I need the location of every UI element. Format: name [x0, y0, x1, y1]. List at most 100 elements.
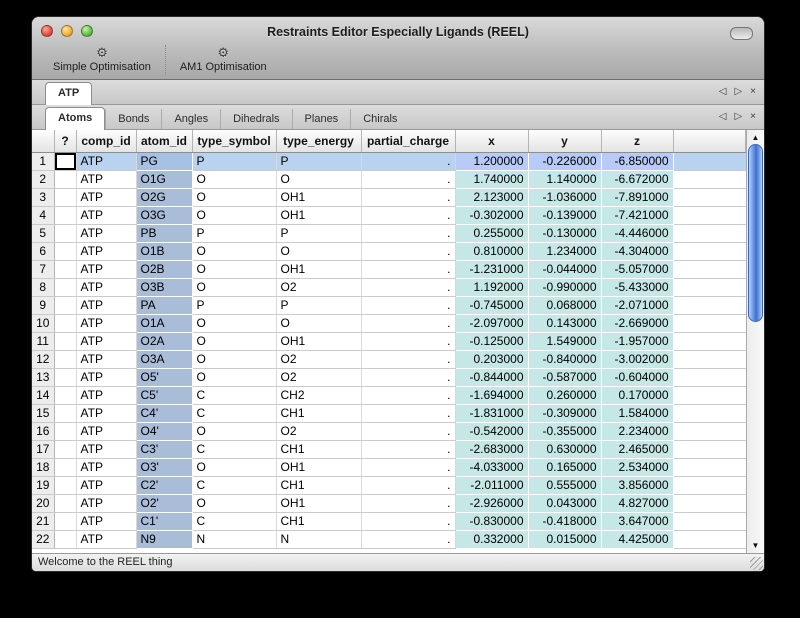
- table-row[interactable]: 16ATPO4'OO2.-0.542000-0.3550002.234000: [32, 423, 746, 441]
- minimize-window-button[interactable]: [61, 25, 73, 37]
- cell-x[interactable]: 1.200000: [455, 153, 528, 171]
- cell-partial-charge[interactable]: .: [361, 405, 455, 423]
- cell-partial-charge[interactable]: .: [361, 315, 455, 333]
- cell-atom-id[interactable]: O2B: [136, 261, 192, 279]
- col-header-rownum[interactable]: [32, 130, 54, 153]
- col-header-type-energy[interactable]: type_energy: [276, 130, 361, 153]
- row-number[interactable]: 22: [32, 531, 54, 549]
- titlebar[interactable]: Restraints Editor Especially Ligands (RE…: [32, 17, 764, 45]
- cell-type-energy[interactable]: O2: [276, 423, 361, 441]
- cell-z[interactable]: 4.425000: [601, 531, 673, 549]
- cell-atom-id[interactable]: O3G: [136, 207, 192, 225]
- question-cell[interactable]: [54, 297, 76, 315]
- cell-z[interactable]: -4.304000: [601, 243, 673, 261]
- tab-bonds[interactable]: Bonds: [105, 109, 161, 129]
- cell-type-symbol[interactable]: O: [192, 495, 276, 513]
- cell-comp-id[interactable]: ATP: [76, 333, 136, 351]
- cell-comp-id[interactable]: ATP: [76, 369, 136, 387]
- col-header-comp-id[interactable]: comp_id: [76, 130, 136, 153]
- cell-partial-charge[interactable]: .: [361, 153, 455, 171]
- row-number[interactable]: 2: [32, 171, 54, 189]
- row-number[interactable]: 14: [32, 387, 54, 405]
- col-header-question[interactable]: ?: [54, 130, 76, 153]
- cell-x[interactable]: 0.810000: [455, 243, 528, 261]
- cell-comp-id[interactable]: ATP: [76, 513, 136, 531]
- vertical-scrollbar[interactable]: ▲ ▼: [746, 130, 764, 553]
- question-cell[interactable]: [54, 315, 76, 333]
- cell-partial-charge[interactable]: .: [361, 423, 455, 441]
- question-cell[interactable]: [54, 459, 76, 477]
- cell-partial-charge[interactable]: .: [361, 387, 455, 405]
- cell-z[interactable]: -7.421000: [601, 207, 673, 225]
- simple-optimisation-button[interactable]: ⚙ Simple Optimisation: [44, 45, 160, 73]
- table-row[interactable]: 11ATPO2AOOH1.-0.1250001.549000-1.957000: [32, 333, 746, 351]
- cell-atom-id[interactable]: O3': [136, 459, 192, 477]
- cell-type-symbol[interactable]: O: [192, 189, 276, 207]
- col-header-y[interactable]: y: [528, 130, 601, 153]
- cell-type-symbol[interactable]: O: [192, 279, 276, 297]
- cell-partial-charge[interactable]: .: [361, 243, 455, 261]
- cell-type-symbol[interactable]: C: [192, 477, 276, 495]
- cell-x[interactable]: -2.926000: [455, 495, 528, 513]
- cell-type-energy[interactable]: CH1: [276, 477, 361, 495]
- zoom-window-button[interactable]: [81, 25, 93, 37]
- cell-comp-id[interactable]: ATP: [76, 189, 136, 207]
- question-cell[interactable]: [54, 387, 76, 405]
- cell-partial-charge[interactable]: .: [361, 261, 455, 279]
- cell-type-symbol[interactable]: C: [192, 441, 276, 459]
- cell-comp-id[interactable]: ATP: [76, 495, 136, 513]
- cell-y[interactable]: 0.068000: [528, 297, 601, 315]
- table-row[interactable]: 19ATPC2'CCH1.-2.0110000.5550003.856000: [32, 477, 746, 495]
- cell-partial-charge[interactable]: .: [361, 351, 455, 369]
- cell-x[interactable]: -1.694000: [455, 387, 528, 405]
- cell-z[interactable]: -6.672000: [601, 171, 673, 189]
- cell-type-symbol[interactable]: O: [192, 207, 276, 225]
- cell-type-symbol[interactable]: O: [192, 423, 276, 441]
- cell-type-energy[interactable]: CH2: [276, 387, 361, 405]
- am1-optimisation-button[interactable]: ⚙ AM1 Optimisation: [171, 45, 276, 73]
- table-row[interactable]: 12ATPO3AOO2.0.203000-0.840000-3.002000: [32, 351, 746, 369]
- col-header-atom-id[interactable]: atom_id: [136, 130, 192, 153]
- cell-comp-id[interactable]: ATP: [76, 279, 136, 297]
- question-cell[interactable]: [54, 477, 76, 495]
- question-cell[interactable]: [54, 279, 76, 297]
- question-cell[interactable]: [54, 441, 76, 459]
- table-row[interactable]: 13ATPO5'OO2.-0.844000-0.587000-0.604000: [32, 369, 746, 387]
- table-row[interactable]: 18ATPO3'OOH1.-4.0330000.1650002.534000: [32, 459, 746, 477]
- cell-x[interactable]: -0.745000: [455, 297, 528, 315]
- table-row[interactable]: 21ATPC1'CCH1.-0.830000-0.4180003.647000: [32, 513, 746, 531]
- cell-z[interactable]: -5.433000: [601, 279, 673, 297]
- cell-atom-id[interactable]: O5': [136, 369, 192, 387]
- cell-atom-id[interactable]: O2G: [136, 189, 192, 207]
- cell-z[interactable]: -7.891000: [601, 189, 673, 207]
- cell-partial-charge[interactable]: .: [361, 279, 455, 297]
- row-number[interactable]: 18: [32, 459, 54, 477]
- cell-partial-charge[interactable]: .: [361, 171, 455, 189]
- cell-x[interactable]: -0.542000: [455, 423, 528, 441]
- row-number[interactable]: 4: [32, 207, 54, 225]
- cell-type-energy[interactable]: P: [276, 297, 361, 315]
- cell-x[interactable]: -1.231000: [455, 261, 528, 279]
- cell-atom-id[interactable]: C3': [136, 441, 192, 459]
- cell-x[interactable]: -0.302000: [455, 207, 528, 225]
- cell-x[interactable]: -2.683000: [455, 441, 528, 459]
- close-window-button[interactable]: [41, 25, 53, 37]
- cell-type-energy[interactable]: N: [276, 531, 361, 549]
- tab-dihedrals[interactable]: Dihedrals: [220, 109, 291, 129]
- cell-comp-id[interactable]: ATP: [76, 351, 136, 369]
- cell-type-energy[interactable]: OH1: [276, 333, 361, 351]
- cell-type-symbol[interactable]: P: [192, 297, 276, 315]
- cell-y[interactable]: -0.309000: [528, 405, 601, 423]
- cell-z[interactable]: -2.071000: [601, 297, 673, 315]
- cell-y[interactable]: 1.549000: [528, 333, 601, 351]
- question-cell[interactable]: [54, 189, 76, 207]
- cell-y[interactable]: -0.044000: [528, 261, 601, 279]
- scrollbar-thumb[interactable]: [748, 144, 763, 322]
- cell-type-energy[interactable]: CH1: [276, 405, 361, 423]
- cell-partial-charge[interactable]: .: [361, 297, 455, 315]
- cell-comp-id[interactable]: ATP: [76, 297, 136, 315]
- table-row[interactable]: 7ATPO2BOOH1.-1.231000-0.044000-5.057000: [32, 261, 746, 279]
- row-number[interactable]: 19: [32, 477, 54, 495]
- cell-partial-charge[interactable]: .: [361, 207, 455, 225]
- cell-type-symbol[interactable]: P: [192, 225, 276, 243]
